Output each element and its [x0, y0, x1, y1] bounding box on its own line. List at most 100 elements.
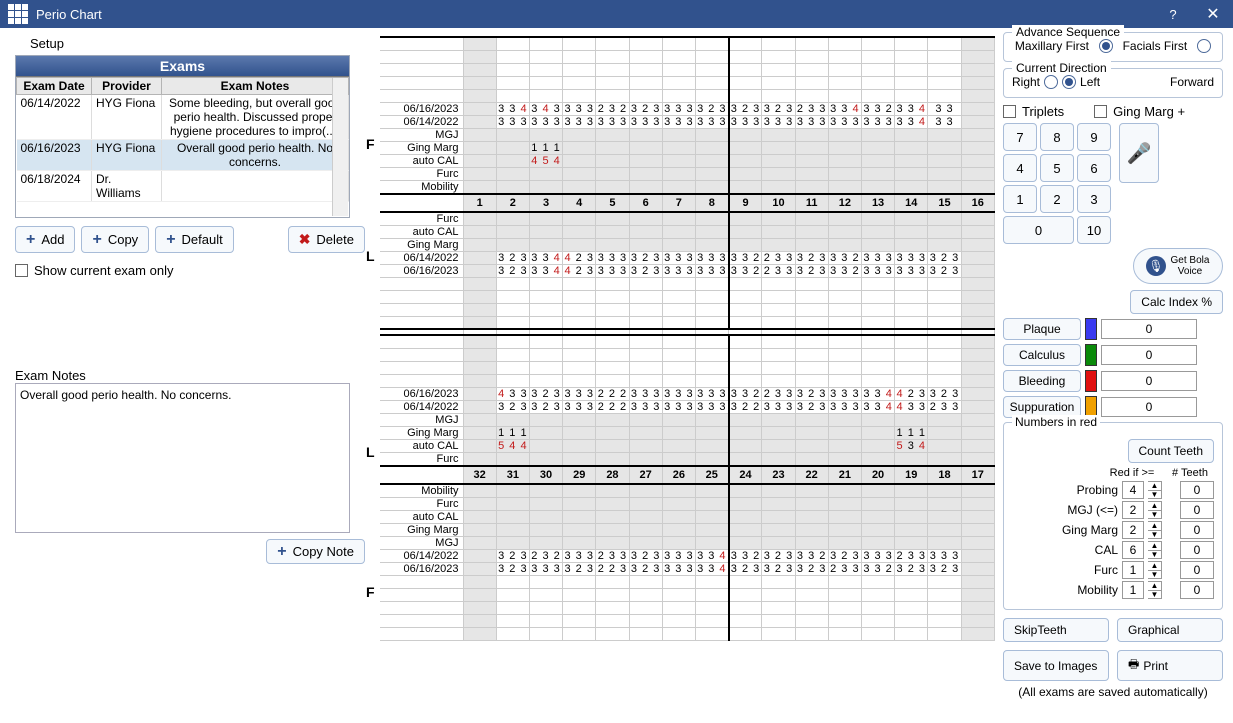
perio-cell[interactable]	[496, 141, 529, 154]
perio-cell[interactable]	[463, 400, 496, 413]
perio-cell[interactable]	[695, 497, 728, 510]
perio-cell[interactable]	[596, 154, 629, 167]
perio-cell[interactable]	[928, 76, 961, 89]
red-threshold-input[interactable]	[1122, 521, 1144, 539]
perio-cell[interactable]	[529, 614, 562, 627]
perio-cell[interactable]	[861, 614, 894, 627]
perio-cell[interactable]	[695, 536, 728, 549]
perio-cell[interactable]	[828, 128, 861, 141]
perio-cell[interactable]	[928, 374, 961, 387]
perio-cell[interactable]	[496, 484, 529, 498]
perio-cell[interactable]	[563, 154, 596, 167]
perio-cell[interactable]	[928, 290, 961, 303]
perio-cell[interactable]	[463, 575, 496, 588]
perio-cell[interactable]	[695, 413, 728, 426]
perio-cell[interactable]	[596, 426, 629, 439]
spinner[interactable]: ▲▼	[1148, 501, 1162, 519]
perio-cell[interactable]: 3 3 3	[596, 264, 629, 277]
perio-cell[interactable]	[795, 50, 828, 63]
perio-cell[interactable]	[762, 89, 795, 102]
perio-cell[interactable]	[861, 588, 894, 601]
perio-cell[interactable]	[529, 212, 562, 226]
perio-cell[interactable]: 3 3 3	[596, 115, 629, 128]
perio-cell[interactable]	[861, 536, 894, 549]
perio-cell[interactable]	[828, 627, 861, 640]
perio-cell[interactable]	[961, 303, 994, 316]
perio-cell[interactable]	[795, 290, 828, 303]
perio-cell[interactable]	[563, 316, 596, 329]
perio-cell[interactable]	[961, 225, 994, 238]
perio-cell[interactable]	[828, 303, 861, 316]
perio-cell[interactable]	[928, 154, 961, 167]
spinner[interactable]: ▲▼	[1148, 481, 1162, 499]
perio-cell[interactable]	[529, 439, 562, 452]
perio-cell[interactable]: 1 1 1	[895, 426, 928, 439]
perio-cell[interactable]	[695, 588, 728, 601]
perio-cell[interactable]	[596, 89, 629, 102]
perio-cell[interactable]	[463, 128, 496, 141]
perio-cell[interactable]	[662, 484, 695, 498]
perio-cell[interactable]	[563, 238, 596, 251]
perio-cell[interactable]: 3 2 2	[729, 400, 762, 413]
perio-cell[interactable]	[795, 614, 828, 627]
perio-cell[interactable]: 3 2 3	[496, 251, 529, 264]
perio-cell[interactable]	[529, 601, 562, 614]
perio-cell[interactable]	[662, 510, 695, 523]
perio-cell[interactable]	[596, 348, 629, 361]
perio-cell[interactable]: 3 2 3	[762, 549, 795, 562]
bola-voice-button[interactable]: 🎙 Get Bola Voice	[1133, 248, 1223, 284]
perio-cell[interactable]	[463, 303, 496, 316]
perio-cell[interactable]	[961, 89, 994, 102]
perio-cell[interactable]	[828, 426, 861, 439]
perio-cell[interactable]	[961, 523, 994, 536]
perio-cell[interactable]: 3 3 4	[828, 102, 861, 115]
perio-cell[interactable]	[662, 225, 695, 238]
perio-cell[interactable]	[629, 575, 662, 588]
perio-cell[interactable]: 3 3 2	[729, 264, 762, 277]
perio-cell[interactable]	[928, 141, 961, 154]
perio-cell[interactable]	[662, 63, 695, 76]
perio-cell[interactable]: 2 3 3	[762, 264, 795, 277]
perio-cell[interactable]	[828, 225, 861, 238]
perio-cell[interactable]	[961, 549, 994, 562]
perio-cell[interactable]	[928, 303, 961, 316]
perio-cell[interactable]: 3 2 3	[928, 387, 961, 400]
perio-cell[interactable]: 5 4 4	[496, 439, 529, 452]
perio-cell[interactable]	[662, 167, 695, 180]
perio-cell[interactable]	[762, 575, 795, 588]
perio-cell[interactable]	[662, 523, 695, 536]
perio-cell[interactable]	[729, 316, 762, 329]
perio-cell[interactable]	[629, 50, 662, 63]
perio-cell[interactable]	[895, 50, 928, 63]
perio-cell[interactable]	[729, 614, 762, 627]
perio-cell[interactable]	[463, 225, 496, 238]
perio-cell[interactable]	[828, 154, 861, 167]
perio-cell[interactable]	[828, 439, 861, 452]
perio-cell[interactable]	[828, 510, 861, 523]
perio-cell[interactable]	[463, 238, 496, 251]
spinner[interactable]: ▲▼	[1148, 581, 1162, 599]
perio-cell[interactable]: 3 2 3	[496, 549, 529, 562]
perio-cell[interactable]	[762, 212, 795, 226]
perio-cell[interactable]	[928, 439, 961, 452]
numpad-7[interactable]: 7	[1003, 123, 1037, 151]
perio-cell[interactable]	[629, 238, 662, 251]
perio-cell[interactable]	[895, 452, 928, 466]
perio-cell[interactable]	[463, 387, 496, 400]
perio-cell[interactable]	[729, 439, 762, 452]
exam-row[interactable]: 06/14/2022HYG FionaSome bleeding, but ov…	[17, 95, 349, 140]
red-threshold-input[interactable]	[1122, 561, 1144, 579]
perio-cell[interactable]	[629, 76, 662, 89]
perio-cell[interactable]	[961, 400, 994, 413]
perio-cell[interactable]	[529, 63, 562, 76]
perio-cell[interactable]	[662, 361, 695, 374]
perio-cell[interactable]	[762, 167, 795, 180]
spinner[interactable]: ▲▼	[1148, 541, 1162, 559]
perio-cell[interactable]: 4 5 4	[529, 154, 562, 167]
perio-cell[interactable]: 2 2 2	[596, 400, 629, 413]
perio-cell[interactable]	[828, 50, 861, 63]
perio-cell[interactable]	[496, 225, 529, 238]
perio-cell[interactable]	[762, 588, 795, 601]
perio-cell[interactable]	[961, 264, 994, 277]
perio-cell[interactable]	[762, 497, 795, 510]
